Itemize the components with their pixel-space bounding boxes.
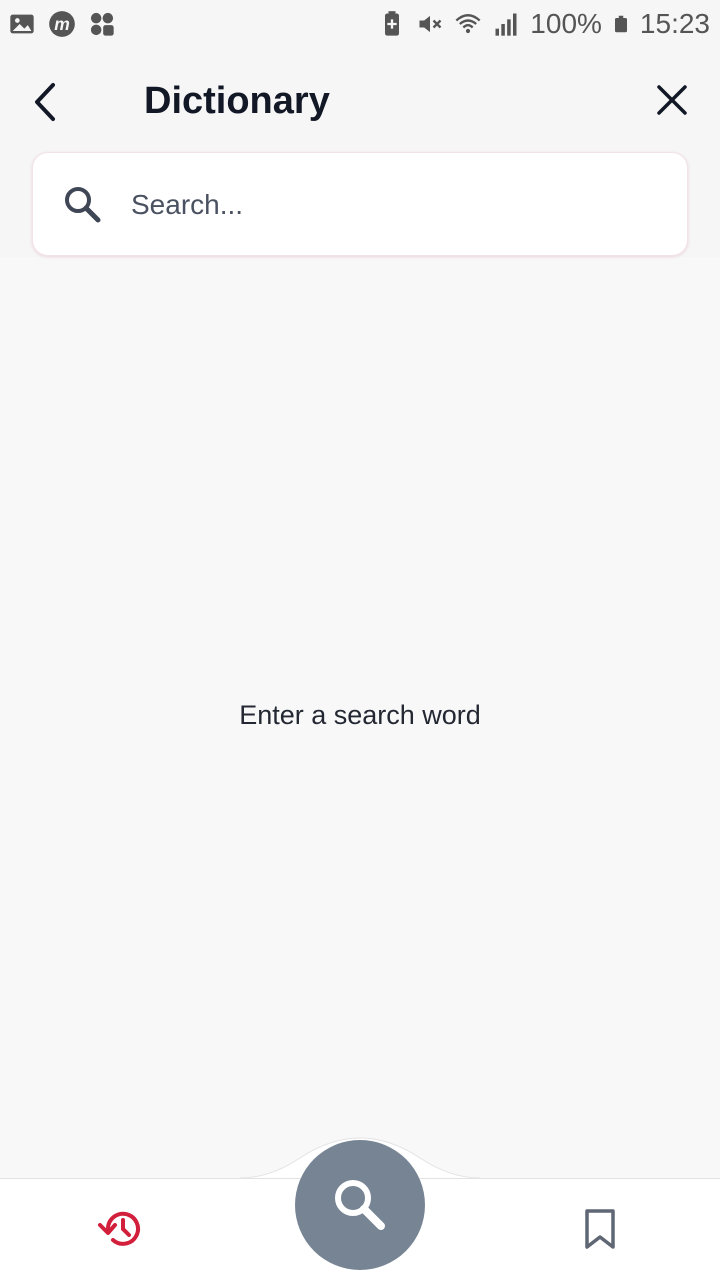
search-icon — [335, 1180, 385, 1230]
wifi-icon — [455, 14, 481, 34]
app-header: Dictionary — [0, 52, 720, 257]
status-bar: m 100% 15:23 — [0, 0, 720, 52]
clock: 15:23 — [639, 8, 710, 39]
gallery-icon — [10, 14, 34, 34]
svg-text:m: m — [54, 14, 70, 34]
m-app-icon: m — [49, 11, 75, 37]
back-button[interactable] — [22, 76, 70, 128]
close-icon — [657, 85, 687, 115]
history-icon — [98, 1211, 140, 1246]
mute-icon — [419, 15, 442, 33]
status-bar-notifications: m — [8, 10, 116, 38]
search-bar[interactable] — [32, 152, 688, 256]
chevron-left-icon — [35, 83, 55, 121]
status-bar-system: 100% 15:23 — [378, 8, 710, 40]
search-fab-button[interactable] — [295, 1140, 425, 1270]
empty-state-message: Enter a search word — [239, 700, 481, 730]
signal-icon — [495, 13, 517, 36]
bookmarks-tab[interactable] — [572, 1204, 628, 1254]
battery-icon — [614, 15, 627, 33]
page-title: Dictionary — [144, 80, 330, 122]
history-tab[interactable] — [92, 1204, 148, 1254]
bookmark-icon — [585, 1209, 615, 1249]
close-button[interactable] — [648, 76, 696, 124]
battery-saver-icon — [385, 11, 400, 36]
search-input[interactable] — [129, 171, 653, 239]
apps-icon — [90, 12, 114, 36]
search-icon — [61, 183, 105, 227]
battery-percentage: 100% — [530, 8, 602, 39]
